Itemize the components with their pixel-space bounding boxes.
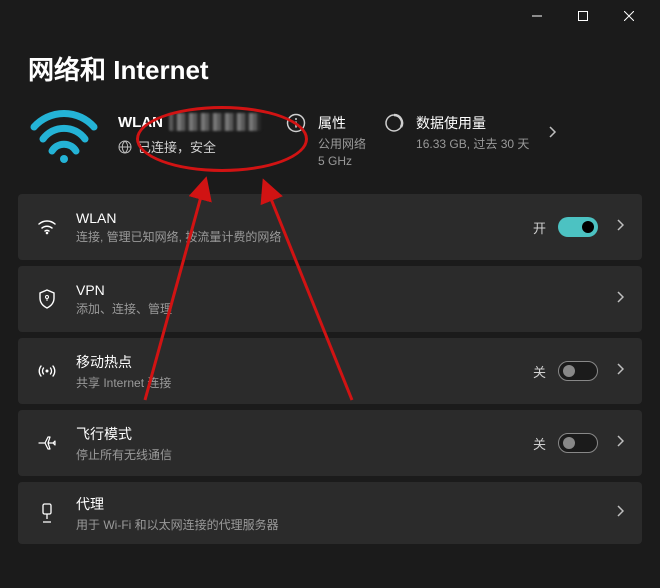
properties-title: 属性 — [318, 113, 366, 133]
shield-icon — [36, 289, 58, 309]
hotspot-icon — [36, 362, 58, 380]
wlan-toggle[interactable] — [558, 217, 598, 237]
vpn-title: VPN — [76, 282, 598, 298]
airplane-icon — [36, 434, 58, 452]
airplane-state-label: 关 — [533, 434, 546, 453]
properties-line1: 公用网络 — [318, 135, 366, 152]
page-title: 网络和 Internet — [0, 32, 660, 109]
properties-text: 属性 公用网络 5 GHz — [318, 113, 366, 168]
info-icon — [286, 113, 306, 133]
setting-vpn[interactable]: VPN 添加、连接、管理 — [18, 266, 642, 332]
maximize-button[interactable] — [560, 0, 606, 32]
vpn-subtitle: 添加、连接、管理 — [76, 300, 598, 317]
hotspot-state-label: 关 — [533, 362, 546, 381]
globe-icon — [118, 140, 132, 154]
close-button[interactable] — [606, 0, 652, 32]
settings-list: WLAN 连接, 管理已知网络, 按流量计费的网络 开 VPN 添加、连接、管理… — [0, 194, 660, 544]
maximize-icon — [578, 11, 588, 21]
setting-airplane[interactable]: 飞行模式 停止所有无线通信 关 — [18, 410, 642, 476]
airplane-chevron[interactable] — [616, 434, 624, 452]
minimize-button[interactable] — [514, 0, 560, 32]
wlan-title: WLAN — [76, 210, 515, 226]
wlan-state-label: 开 — [533, 218, 546, 237]
vpn-chevron[interactable] — [616, 290, 624, 308]
wifi-icon — [36, 219, 58, 235]
airplane-title: 飞行模式 — [76, 424, 515, 444]
data-usage-button[interactable]: 数据使用量 16.33 GB, 过去 30 天 — [384, 109, 529, 152]
data-usage-title: 数据使用量 — [416, 113, 529, 133]
network-status-text: 已连接，安全 — [138, 137, 216, 156]
hotspot-subtitle: 共享 Internet 连接 — [76, 374, 515, 391]
minimize-icon — [532, 11, 542, 21]
network-name-prefix: WLAN — [118, 114, 163, 131]
hotspot-toggle[interactable] — [558, 361, 598, 381]
data-usage-text: 数据使用量 16.33 GB, 过去 30 天 — [416, 113, 529, 152]
properties-line2: 5 GHz — [318, 154, 366, 168]
proxy-subtitle: 用于 Wi-Fi 和以太网连接的代理服务器 — [76, 516, 598, 533]
wifi-signal-icon — [28, 109, 100, 168]
window-titlebar — [0, 0, 660, 32]
close-icon — [624, 11, 634, 21]
status-row-chevron[interactable] — [547, 109, 557, 144]
hotspot-chevron[interactable] — [616, 362, 624, 380]
wlan-chevron[interactable] — [616, 218, 624, 236]
data-usage-subtitle: 16.33 GB, 过去 30 天 — [416, 135, 529, 152]
hotspot-title: 移动热点 — [76, 352, 515, 372]
setting-hotspot[interactable]: 移动热点 共享 Internet 连接 关 — [18, 338, 642, 404]
current-network-block[interactable]: WLAN 已连接，安全 — [118, 109, 268, 156]
airplane-toggle[interactable] — [558, 433, 598, 453]
airplane-subtitle: 停止所有无线通信 — [76, 446, 515, 463]
properties-button[interactable]: 属性 公用网络 5 GHz — [286, 109, 366, 168]
data-usage-icon — [384, 113, 404, 133]
current-network-name: WLAN — [118, 113, 268, 131]
network-status-row: WLAN 已连接，安全 属性 公用网络 5 GHz 数据使用量 — [0, 109, 660, 194]
setting-proxy[interactable]: 代理 用于 Wi-Fi 和以太网连接的代理服务器 — [18, 482, 642, 544]
current-network-status: 已连接，安全 — [118, 137, 268, 156]
proxy-chevron[interactable] — [616, 504, 624, 522]
network-name-redacted — [169, 113, 261, 131]
proxy-title: 代理 — [76, 494, 598, 514]
proxy-icon — [36, 503, 58, 523]
setting-wlan[interactable]: WLAN 连接, 管理已知网络, 按流量计费的网络 开 — [18, 194, 642, 260]
wlan-subtitle: 连接, 管理已知网络, 按流量计费的网络 — [76, 228, 515, 245]
